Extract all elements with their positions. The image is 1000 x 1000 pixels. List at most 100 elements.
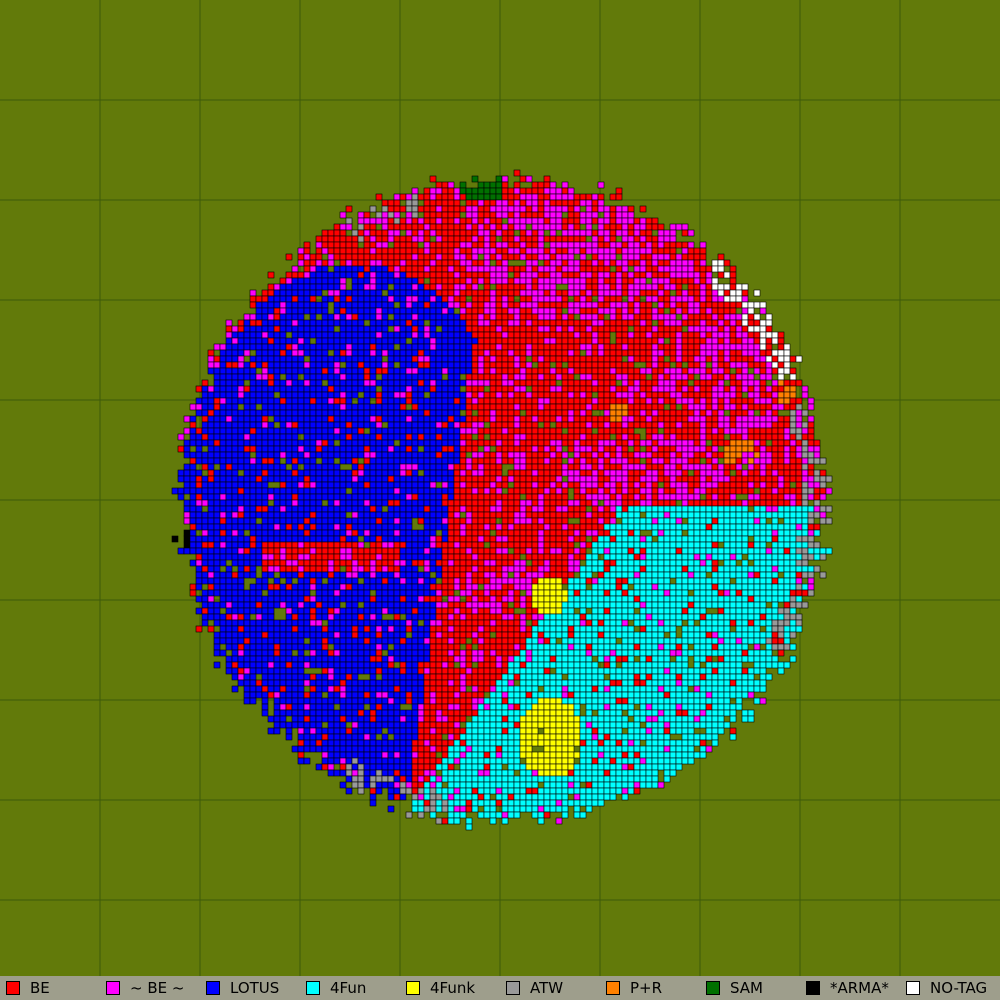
village-tile: [303, 307, 311, 315]
village-tile: [291, 379, 299, 387]
village-tile: [429, 367, 437, 375]
village-tile: [201, 523, 209, 531]
village-tile: [381, 319, 389, 327]
village-tile: [525, 415, 533, 423]
village-tile: [315, 505, 323, 513]
village-tile: [465, 205, 473, 213]
village-tile: [483, 475, 491, 483]
village-tile: [381, 235, 389, 243]
village-tile: [399, 517, 407, 525]
village-tile: [267, 337, 275, 345]
village-tile: [423, 253, 431, 261]
village-tile: [357, 517, 365, 525]
village-tile: [717, 403, 725, 411]
village-tile: [423, 349, 431, 357]
village-tile: [309, 277, 317, 285]
village-tile: [351, 355, 359, 363]
village-tile: [453, 241, 461, 249]
village-tile: [609, 343, 617, 351]
village-tile: [423, 529, 431, 537]
village-tile: [447, 367, 455, 375]
village-tile: [489, 307, 497, 315]
village-tile: [729, 457, 737, 465]
village-tile: [399, 253, 407, 261]
village-tile: [243, 535, 251, 543]
village-tile: [393, 469, 401, 477]
village-tile: [627, 205, 635, 213]
village-tile: [501, 277, 509, 285]
village-tile: [657, 223, 665, 231]
village-tile: [351, 433, 359, 441]
village-tile: [591, 199, 599, 207]
village-tile: [585, 523, 593, 531]
village-tile: [663, 379, 671, 387]
village-tile: [633, 223, 641, 231]
village-tile: [465, 397, 473, 405]
village-tile: [507, 499, 515, 507]
village-tile: [579, 325, 587, 333]
village-tile: [567, 253, 575, 261]
village-tile: [549, 445, 557, 453]
village-tile: [549, 193, 557, 201]
village-tile: [501, 409, 509, 417]
village-tile: [345, 391, 353, 399]
village-tile: [309, 259, 317, 267]
village-tile: [435, 241, 443, 249]
village-tile: [543, 403, 551, 411]
village-tile: [513, 421, 521, 429]
village-tile: [327, 397, 335, 405]
village-tile: [225, 403, 233, 411]
village-tile: [621, 235, 629, 243]
village-tile: [645, 271, 653, 279]
village-tile: [615, 295, 623, 303]
world-map-canvas[interactable]: [0, 0, 1000, 976]
village-tile: [669, 337, 677, 345]
village-tile: [537, 397, 545, 405]
village-tile: [507, 523, 515, 531]
village-tile: [405, 217, 413, 225]
village-tile: [231, 355, 239, 363]
village-tile: [501, 493, 509, 501]
village-tile: [555, 367, 563, 375]
village-tile: [783, 367, 791, 375]
village-tile: [345, 259, 353, 267]
village-tile: [591, 421, 599, 429]
village-tile: [315, 289, 323, 297]
village-tile: [477, 295, 485, 303]
village-tile: [507, 421, 515, 429]
village-tile: [405, 397, 413, 405]
village-tile: [237, 451, 245, 459]
village-tile: [759, 331, 767, 339]
village-tile: [219, 481, 227, 489]
village-tile: [327, 379, 335, 387]
village-tile: [531, 427, 539, 435]
village-tile: [393, 529, 401, 537]
village-tile: [429, 175, 437, 183]
village-tile: [411, 217, 419, 225]
village-tile: [579, 235, 587, 243]
village-tile: [237, 391, 245, 399]
village-tile: [453, 493, 461, 501]
village-tile: [669, 355, 677, 363]
village-tile: [453, 475, 461, 483]
village-tile: [429, 535, 437, 543]
village-tile: [693, 349, 701, 357]
village-tile: [501, 397, 509, 405]
village-tile: [657, 367, 665, 375]
village-tile: [681, 223, 689, 231]
village-tile: [285, 397, 293, 405]
village-tile: [783, 463, 791, 471]
world-map[interactable]: [0, 0, 1000, 976]
village-tile: [465, 319, 473, 327]
village-tile: [393, 283, 401, 291]
village-tile: [501, 253, 509, 261]
village-tile: [411, 481, 419, 489]
village-tile: [441, 307, 449, 315]
village-tile: [741, 433, 749, 441]
village-tile: [501, 301, 509, 309]
village-tile: [369, 271, 377, 279]
village-tile: [711, 361, 719, 369]
village-tile: [531, 199, 539, 207]
village-tile: [783, 403, 791, 411]
village-tile: [543, 397, 551, 405]
